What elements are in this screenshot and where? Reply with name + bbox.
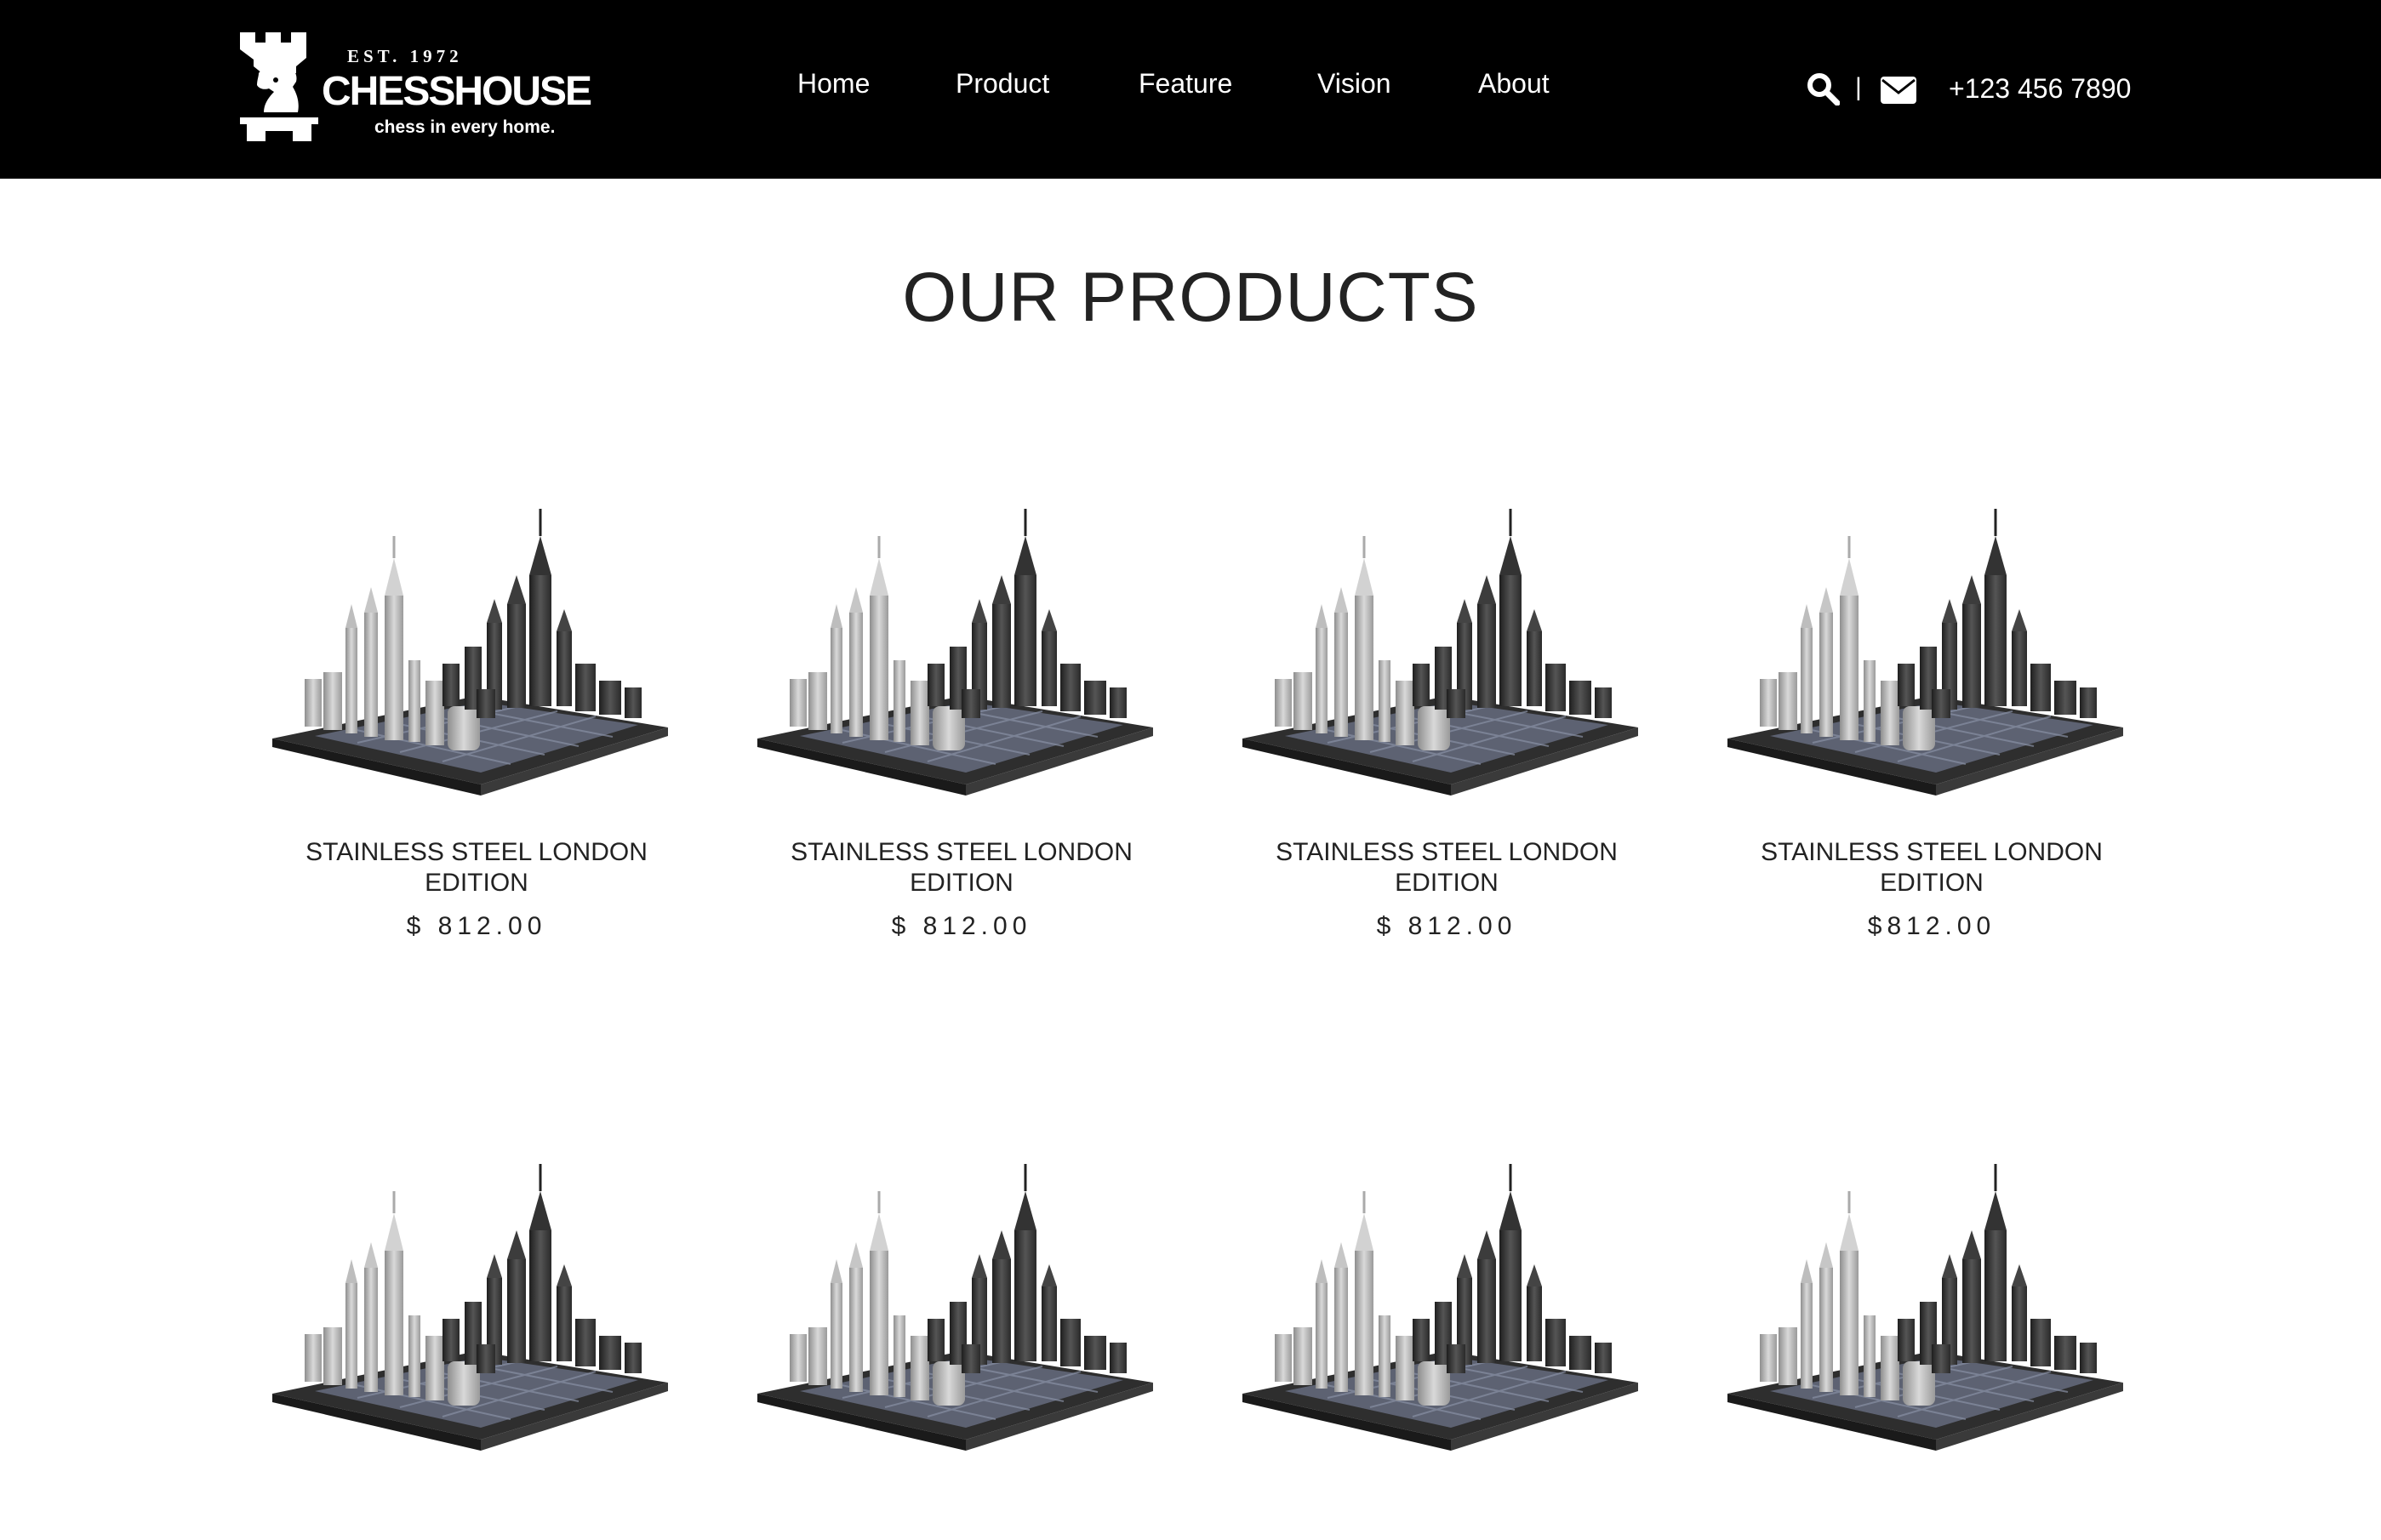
top-navigation-bar: EST. 1972 CHESSHOUSE chess in every home… bbox=[0, 0, 2381, 179]
brand-tagline: chess in every home. bbox=[374, 117, 556, 137]
product-image[interactable] bbox=[264, 1064, 689, 1455]
product-image[interactable] bbox=[264, 408, 689, 800]
product-name[interactable]: STAINLESS STEEL LONDON EDITION bbox=[749, 837, 1174, 898]
brand-name: CHESSHOUSE bbox=[322, 69, 592, 114]
product-card[interactable]: STAINLESS STEEL LONDON EDITION $ 812.00 bbox=[264, 408, 689, 953]
product-card[interactable] bbox=[749, 1064, 1174, 1540]
product-price: $ 812.00 bbox=[406, 912, 547, 940]
product-name[interactable]: STAINLESS STEEL LONDON EDITION bbox=[1234, 837, 1659, 898]
product-image[interactable] bbox=[1719, 1064, 2144, 1455]
nav-feature[interactable]: Feature bbox=[1139, 70, 1232, 97]
product-image[interactable] bbox=[1234, 1064, 1659, 1455]
product-card[interactable] bbox=[1719, 1064, 2144, 1540]
header-divider: | bbox=[1855, 73, 1862, 101]
product-card[interactable] bbox=[264, 1064, 689, 1540]
product-card[interactable] bbox=[1234, 1064, 1659, 1540]
product-price: $ 812.00 bbox=[891, 912, 1032, 940]
product-image[interactable] bbox=[1719, 408, 2144, 800]
chesshouse-logo[interactable]: EST. 1972 CHESSHOUSE chess in every home… bbox=[237, 29, 592, 148]
page-title: OUR PRODUCTS bbox=[902, 258, 1479, 336]
nav-vision[interactable]: Vision bbox=[1317, 70, 1391, 97]
product-card[interactable]: STAINLESS STEEL LONDON EDITION $ 812.00 bbox=[1234, 408, 1659, 953]
product-price: $ 812.00 bbox=[1376, 912, 1517, 940]
product-image[interactable] bbox=[749, 1064, 1174, 1455]
product-card[interactable]: STAINLESS STEEL LONDON EDITION $812.00 bbox=[1719, 408, 2144, 953]
product-image[interactable] bbox=[1234, 408, 1659, 800]
nav-about[interactable]: About bbox=[1478, 70, 1550, 97]
nav-home[interactable]: Home bbox=[797, 70, 870, 97]
product-name[interactable]: STAINLESS STEEL LONDON EDITION bbox=[1719, 837, 2144, 898]
product-image[interactable] bbox=[749, 408, 1174, 800]
phone-number[interactable]: +123 456 7890 bbox=[1949, 75, 2131, 102]
search-icon[interactable] bbox=[1806, 71, 1840, 106]
product-card[interactable]: STAINLESS STEEL LONDON EDITION $ 812.00 bbox=[749, 408, 1174, 953]
product-name[interactable]: STAINLESS STEEL LONDON EDITION bbox=[264, 837, 689, 898]
brand-est: EST. 1972 bbox=[347, 46, 463, 66]
envelope-icon[interactable] bbox=[1881, 77, 1916, 104]
product-price: $812.00 bbox=[1867, 912, 1996, 940]
nav-product[interactable]: Product bbox=[956, 70, 1049, 97]
